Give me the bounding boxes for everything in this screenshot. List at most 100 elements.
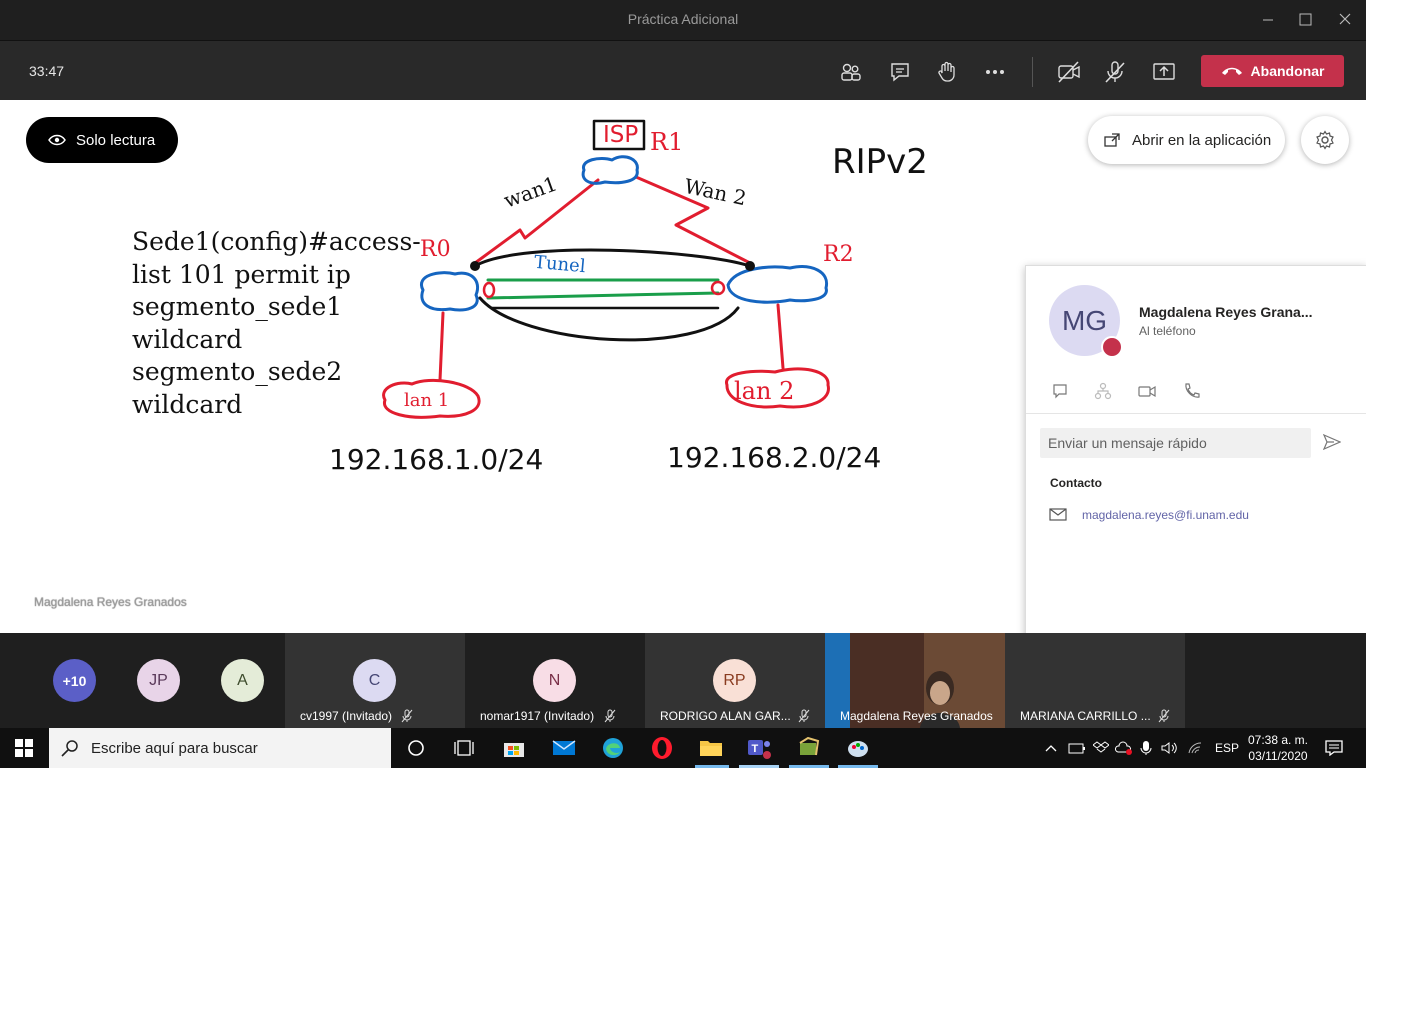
bottom-link xyxy=(478,296,740,342)
acl-line: wildcard xyxy=(132,389,243,419)
paint-app-icon[interactable] xyxy=(842,734,874,762)
mic-off-icon xyxy=(1105,61,1125,83)
teams-app-icon[interactable]: T xyxy=(743,734,775,762)
raise-hand-button[interactable] xyxy=(934,59,960,85)
more-actions-button[interactable] xyxy=(982,59,1008,85)
volume-icon[interactable] xyxy=(1161,741,1179,755)
acl-line: segmento_sede1 xyxy=(132,292,343,321)
participant-tile[interactable]: C cv1997 (Invitado) xyxy=(285,633,465,728)
participant-strip: +10 JP A C cv1997 (Invitado) N nomar1917… xyxy=(0,633,1366,728)
people-icon xyxy=(841,63,861,81)
tunnel-label: Tunel xyxy=(533,251,587,278)
leave-button[interactable]: Abandonar xyxy=(1201,55,1344,87)
maximize-button[interactable] xyxy=(1290,8,1320,32)
input-language[interactable]: ESP xyxy=(1215,741,1239,755)
dropbox-icon[interactable] xyxy=(1093,741,1109,755)
avatar[interactable]: A xyxy=(221,659,264,702)
windows-taskbar: Escribe aquí para buscar T ESP 07:38 a. … xyxy=(0,728,1366,768)
opera-app-icon[interactable] xyxy=(646,734,678,762)
wifi-icon[interactable] xyxy=(1187,741,1205,755)
minimize-button[interactable] xyxy=(1253,8,1283,32)
chat-button[interactable] xyxy=(887,59,913,85)
acl-line: segmento_sede2 xyxy=(132,357,343,386)
acl-notes: Sede1(config)#access- list 101 permit ip… xyxy=(132,226,421,421)
cortana-icon xyxy=(408,740,424,756)
running-indicator xyxy=(739,765,779,768)
search-icon xyxy=(61,740,78,757)
overflow-tile[interactable]: +10 JP A xyxy=(0,633,285,728)
clock-time: 07:38 a. m. xyxy=(1247,733,1309,747)
send-button[interactable] xyxy=(1322,433,1342,455)
audio-call-button[interactable] xyxy=(1182,382,1200,400)
avatar: RP xyxy=(713,659,756,702)
acl-line: wildcard xyxy=(132,324,243,354)
mail-app-icon[interactable] xyxy=(548,734,580,762)
action-center-icon xyxy=(1325,740,1343,756)
r0-label: R0 xyxy=(420,237,451,262)
avatar[interactable]: JP xyxy=(137,659,180,702)
mic-off-icon xyxy=(1158,709,1170,723)
quick-message-input[interactable]: Enviar un mensaje rápido xyxy=(1040,428,1311,458)
notifications-button[interactable] xyxy=(1318,734,1350,762)
contact-status: Al teléfono xyxy=(1139,324,1196,338)
participant-name: Magdalena Reyes Granados xyxy=(840,709,993,723)
network1-label: 192.168.1.0/24 xyxy=(329,443,544,476)
read-only-badge[interactable]: Solo lectura xyxy=(26,117,178,163)
app-icon[interactable] xyxy=(793,734,825,762)
mail-icon xyxy=(1049,507,1067,526)
participant-tile[interactable]: RP RODRIGO ALAN GAR... xyxy=(645,633,825,728)
participant-tile[interactable]: MARIANA CARRILLO ... xyxy=(1005,633,1185,728)
video-call-button[interactable] xyxy=(1138,382,1156,400)
chat-contact-button[interactable] xyxy=(1051,382,1069,400)
running-indicator xyxy=(695,765,729,768)
share-tray-icon xyxy=(1153,63,1175,80)
phone-icon xyxy=(1185,383,1200,398)
isp-label: ISP xyxy=(603,122,639,148)
eye-icon xyxy=(48,134,66,146)
r1-router xyxy=(581,155,639,185)
hang-up-icon xyxy=(1221,67,1242,75)
video-icon xyxy=(1138,385,1156,398)
close-window-button[interactable] xyxy=(1330,8,1360,32)
contact-email-link[interactable]: magdalena.reyes@fi.unam.edu xyxy=(1082,508,1249,522)
participant-name: RODRIGO ALAN GAR... xyxy=(660,709,791,723)
presenter-name: Magdalena Reyes Granados xyxy=(34,595,187,609)
video-tile[interactable]: Magdalena Reyes Granados xyxy=(825,633,1005,728)
r2-label: R2 xyxy=(823,242,854,267)
cortana-button[interactable] xyxy=(400,734,432,762)
participant-tile[interactable]: N nomar1917 (Invitado) xyxy=(465,633,645,728)
overflow-participants-badge[interactable]: +10 xyxy=(53,659,96,702)
battery-icon[interactable] xyxy=(1068,741,1086,755)
cloud-sync-icon[interactable] xyxy=(1115,741,1133,755)
title-bar: Práctica Adicional xyxy=(0,0,1366,40)
taskbar-clock[interactable]: 07:38 a. m. 03/11/2020 xyxy=(1246,732,1310,764)
start-button[interactable] xyxy=(8,734,40,762)
file-explorer-app-icon[interactable] xyxy=(695,734,727,762)
participants-button[interactable] xyxy=(838,59,864,85)
acl-line: list 101 permit ip xyxy=(132,259,351,289)
acl-line: Sede1(config)#access- xyxy=(132,227,421,256)
lan2-link xyxy=(776,303,785,370)
mic-off-icon xyxy=(604,709,616,723)
edge-app-icon[interactable] xyxy=(597,734,629,762)
meeting-timer: 33:47 xyxy=(29,63,65,79)
microphone-icon[interactable] xyxy=(1140,740,1152,756)
read-only-label: Solo lectura xyxy=(76,131,156,149)
task-view-button[interactable] xyxy=(448,734,480,762)
windows-logo-icon xyxy=(15,739,33,757)
rip-label: RIPv2 xyxy=(832,142,928,182)
org-chart-button[interactable] xyxy=(1094,382,1112,400)
leave-label: Abandonar xyxy=(1250,63,1325,79)
send-icon xyxy=(1322,433,1342,451)
open-in-app-button[interactable]: Abrir en la aplicación xyxy=(1088,116,1285,164)
taskbar-search[interactable]: Escribe aquí para buscar xyxy=(49,728,391,768)
r2-router xyxy=(726,265,828,304)
chevron-up-icon[interactable] xyxy=(1044,741,1058,755)
top-link xyxy=(473,248,752,268)
presence-busy-indicator xyxy=(1101,336,1123,358)
store-app-icon[interactable] xyxy=(498,734,530,762)
mic-toggle-button[interactable] xyxy=(1102,59,1128,85)
share-screen-button[interactable] xyxy=(1151,59,1177,85)
settings-button[interactable] xyxy=(1301,116,1349,164)
camera-toggle-button[interactable] xyxy=(1056,59,1082,85)
